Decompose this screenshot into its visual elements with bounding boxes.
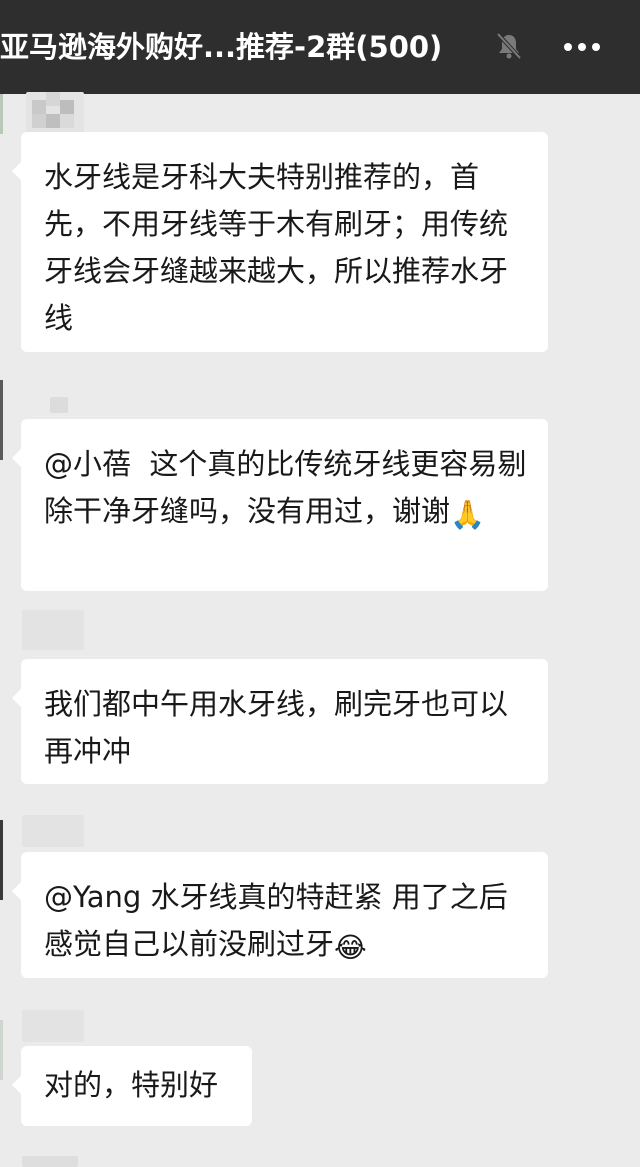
bubble-tail <box>12 1076 21 1094</box>
more-dots-icon[interactable] <box>558 29 606 65</box>
message-bubble[interactable]: @Yang 水牙线真的特赶紧 用了之后感觉自己以前没刷过牙😂 <box>12 852 548 978</box>
message-text-body: @Yang 水牙线真的特赶紧 用了之后感觉自己以前没刷过牙 <box>44 880 508 961</box>
message-text: @Yang 水牙线真的特赶紧 用了之后感觉自己以前没刷过牙😂 <box>44 874 530 968</box>
left-edge-strip <box>0 820 3 900</box>
left-edge-strip <box>0 1020 3 1080</box>
avatar[interactable] <box>22 815 84 847</box>
message-text: 对的，特别好 <box>44 1068 219 1102</box>
message-bubble[interactable]: 我们都中午用水牙线，刷完牙也可以再冲冲 <box>12 659 548 784</box>
muted-bell-icon <box>496 32 522 60</box>
message-text: 我们都中午用水牙线，刷完牙也可以再冲冲 <box>44 687 509 768</box>
message-bubble[interactable]: @小蓓 这个真的比传统牙线更容易剔除干净牙缝吗，没有用过，谢谢🙏 <box>12 419 548 591</box>
avatar[interactable] <box>50 397 68 413</box>
message-text: 水牙线是牙科大夫特别推荐的，首先，不用牙线等于木有刷牙；用传统牙线会牙缝越来越大… <box>44 160 509 335</box>
bubble-tail <box>12 882 21 900</box>
avatar[interactable] <box>22 1010 84 1042</box>
message-text: @小蓓 这个真的比传统牙线更容易剔除干净牙缝吗，没有用过，谢谢🙏 <box>44 441 530 535</box>
chat-header: 亚马逊海外购好...推荐-2群(500) <box>0 0 640 94</box>
laughing-tears-icon: 😂 <box>334 931 367 964</box>
message-bubble[interactable]: 对的，特别好 <box>12 1046 252 1126</box>
message-bubble[interactable]: 水牙线是牙科大夫特别推荐的，首先，不用牙线等于木有刷牙；用传统牙线会牙缝越来越大… <box>12 132 548 352</box>
praying-hands-icon: 🙏 <box>450 498 485 531</box>
chat-title[interactable]: 亚马逊海外购好...推荐-2群(500) <box>0 27 442 67</box>
bubble-tail <box>12 449 21 467</box>
bubble-tail <box>12 689 21 707</box>
avatar[interactable] <box>22 610 84 650</box>
left-edge-strip <box>0 380 3 460</box>
left-edge-strip <box>0 94 3 134</box>
bubble-tail <box>12 162 21 180</box>
avatar[interactable] <box>22 1156 78 1167</box>
